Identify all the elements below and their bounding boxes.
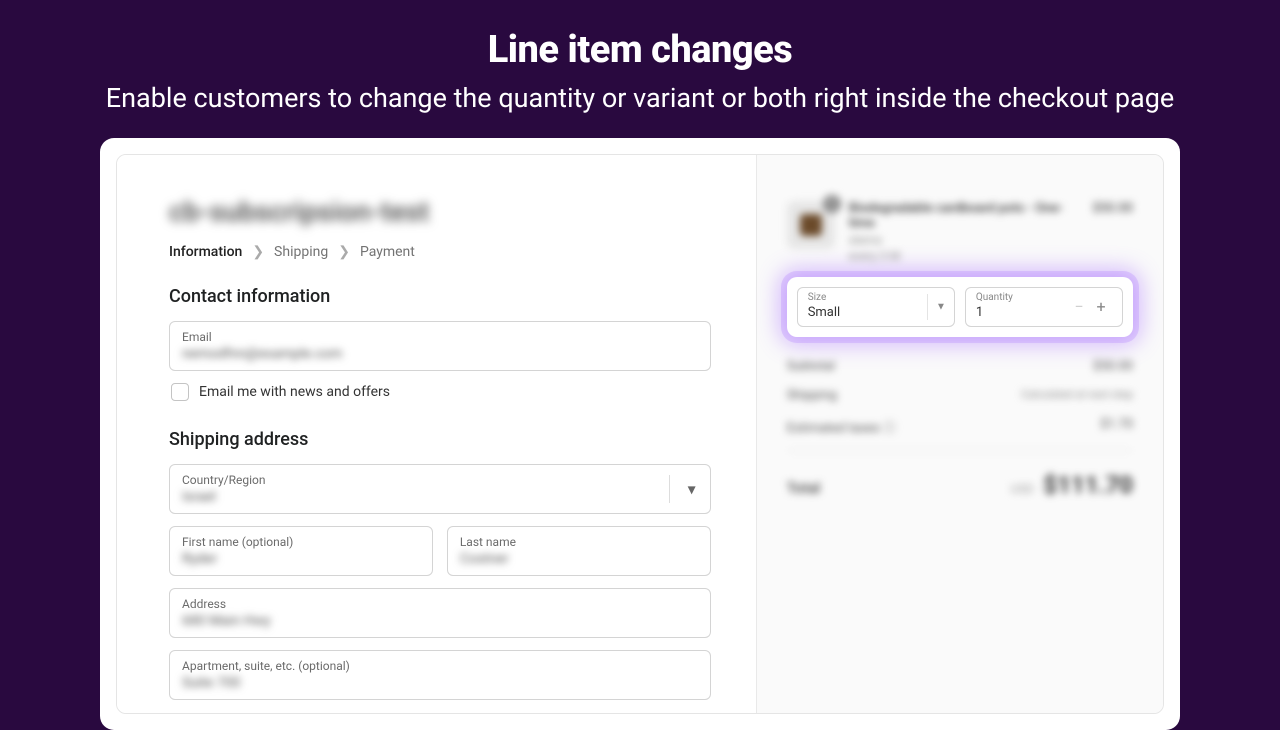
apt-field[interactable]: Apartment, suite, etc. (optional) Suite … (169, 650, 711, 700)
currency-label: USD (1011, 482, 1034, 496)
divider (927, 294, 928, 320)
first-name-label: First name (optional) (182, 535, 420, 549)
total-label: Total (787, 479, 821, 497)
chevron-down-icon: ▼ (936, 302, 946, 313)
first-name-field[interactable]: First name (optional) Ryder (169, 526, 433, 576)
hero-subtitle: Enable customers to change the quantity … (24, 82, 1256, 114)
crumb-shipping[interactable]: Shipping (274, 244, 328, 260)
address-field[interactable]: Address 680 Main Hwy (169, 588, 711, 638)
size-label: Size (808, 292, 944, 303)
product-title: Biodegradable cardboard pots - One-time (849, 201, 1079, 231)
crumb-information[interactable]: Information (169, 244, 242, 260)
minus-icon[interactable]: − (1068, 297, 1090, 316)
last-name-value: Costner (460, 551, 698, 567)
subtotal-value: $50.00 (1093, 359, 1133, 374)
summary-section: Subtotal $50.00 Shipping Calculated at n… (787, 359, 1133, 436)
screenshot-canvas: cb-subscripsion-test Information ❯ Shipp… (100, 138, 1180, 730)
country-value: Israel (182, 489, 698, 505)
product-price: $50.00 (1092, 201, 1133, 263)
shipping-heading: Shipping address (169, 429, 711, 450)
email-field[interactable]: Email nemodfnn@example.com (169, 321, 711, 371)
subtotal-label: Subtotal (787, 359, 835, 374)
quantity-stepper[interactable]: Quantity 1 − + (965, 287, 1123, 327)
address-label: Address (182, 597, 698, 611)
country-label: Country/Region (182, 473, 698, 487)
product-variant: stems (849, 233, 1079, 247)
divider (669, 475, 670, 503)
chevron-right-icon: ❯ (338, 244, 350, 260)
quantity-value: 1 (976, 305, 1068, 320)
total-value: $111.70 (1043, 471, 1133, 499)
first-name-value: Ryder (182, 551, 420, 567)
crumb-payment[interactable]: Payment (360, 244, 415, 260)
contact-heading: Contact information (169, 286, 711, 307)
chevron-down-icon: ▾ (688, 480, 696, 499)
product-thumbnail: 1 (787, 201, 835, 249)
total-row: Total USD $111.70 (787, 450, 1133, 499)
product-subscription: every 3 M (849, 249, 1079, 263)
apt-label: Apartment, suite, etc. (optional) (182, 659, 698, 673)
shipping-label: Shipping (787, 388, 837, 403)
size-value: Small (808, 305, 944, 320)
news-offers-row[interactable]: Email me with news and offers (171, 383, 711, 401)
news-offers-label: Email me with news and offers (199, 384, 390, 400)
store-name: cb-subscripsion-test (169, 195, 711, 228)
checkbox-icon[interactable] (171, 383, 189, 401)
checkout-form: cb-subscripsion-test Information ❯ Shipp… (117, 155, 756, 713)
product-image-icon (800, 214, 822, 236)
address-value: 680 Main Hwy (182, 613, 698, 629)
email-label: Email (182, 330, 698, 344)
shipping-value: Calculated at next step (1021, 388, 1133, 403)
quantity-badge: 1 (823, 195, 841, 213)
checkout-panel: cb-subscripsion-test Information ❯ Shipp… (116, 154, 1164, 714)
order-summary: 1 Biodegradable cardboard pots - One-tim… (756, 155, 1163, 713)
apt-value: Suite 700 (182, 675, 698, 691)
quantity-label: Quantity (976, 292, 1068, 303)
hero-title: Line item changes (24, 28, 1256, 72)
product-row: 1 Biodegradable cardboard pots - One-tim… (787, 201, 1133, 263)
email-value: nemodfnn@example.com (182, 346, 698, 362)
chevron-right-icon: ❯ (252, 244, 264, 260)
last-name-label: Last name (460, 535, 698, 549)
line-item-controls: Size Small ▼ Quantity 1 − + (787, 277, 1133, 337)
tax-value: $1.70 (1100, 417, 1133, 436)
size-select[interactable]: Size Small ▼ (797, 287, 955, 327)
country-field[interactable]: Country/Region Israel ▾ (169, 464, 711, 514)
plus-icon[interactable]: + (1090, 297, 1112, 316)
breadcrumb: Information ❯ Shipping ❯ Payment (169, 244, 711, 260)
tax-label: Estimated taxes ⓘ (787, 417, 896, 436)
last-name-field[interactable]: Last name Costner (447, 526, 711, 576)
